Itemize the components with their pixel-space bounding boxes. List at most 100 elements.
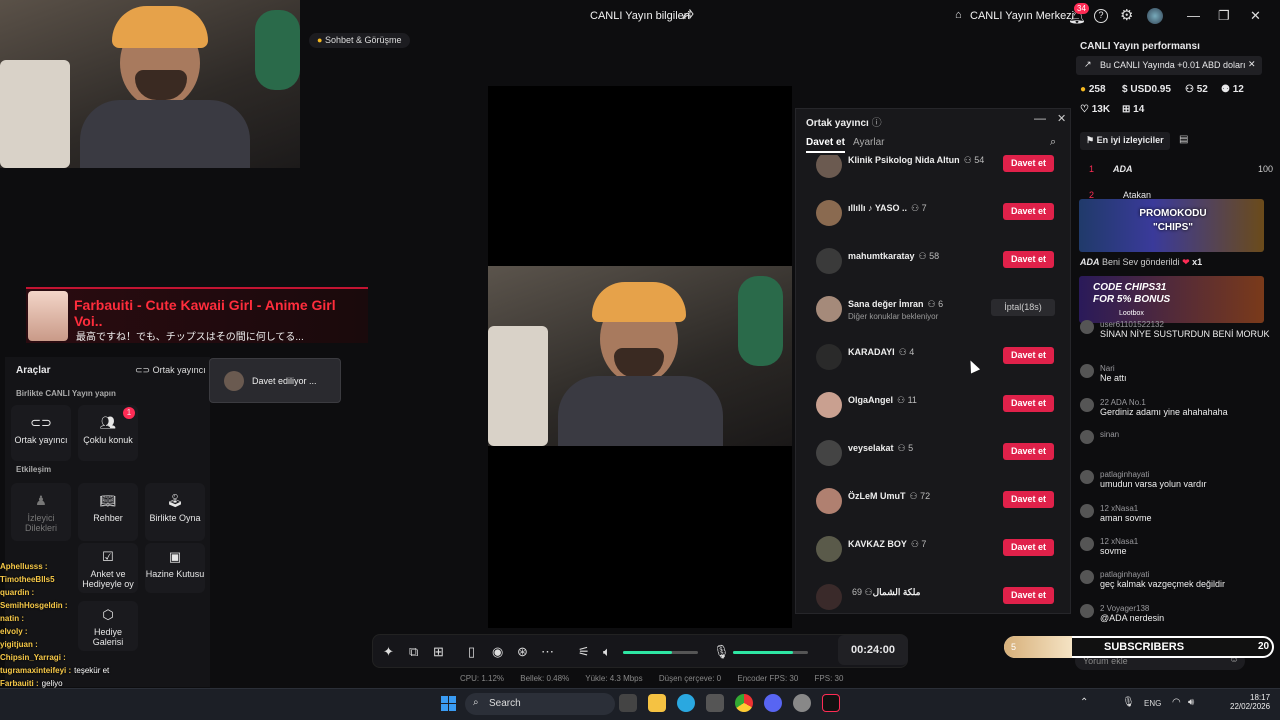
cohost-name: ıllıllı ♪ YASO .. ⚇ 7: [848, 203, 927, 214]
comment-author: sinan: [1100, 430, 1120, 439]
invite-button[interactable]: Davet et: [1003, 251, 1054, 268]
inviting-toast: Davet ediliyor ...: [209, 358, 341, 403]
file-explorer-icon[interactable]: [648, 694, 666, 712]
clock-time: 18:17: [1250, 693, 1271, 702]
cohost-name-label: ملكة الشمال: [872, 587, 921, 597]
close-icon[interactable]: ✕: [1248, 59, 1256, 70]
cohost-row: mahumtkaratay ⚇ 58 Davet et: [796, 246, 1070, 294]
tiktok-live-icon[interactable]: [822, 694, 840, 712]
minimize-icon[interactable]: —: [1034, 111, 1046, 125]
layout-icon[interactable]: ⧉: [409, 644, 418, 660]
camera-icon[interactable]: ⊛: [517, 644, 528, 660]
overlay-chat-user: quardin :: [0, 588, 35, 597]
invite-button[interactable]: Davet et: [1003, 587, 1054, 604]
cancel-invite-button[interactable]: İptal(18s): [991, 299, 1055, 316]
gear-icon[interactable]: ⚙: [1120, 6, 1133, 24]
store-icon[interactable]: [706, 694, 724, 712]
speaker-icon[interactable]: 🔈︎: [603, 644, 611, 660]
fps-status: FPS: 30: [814, 674, 844, 683]
add-source-icon[interactable]: ⊞: [433, 644, 444, 660]
tile-play-together-label: Birlikte Oyna: [149, 513, 201, 523]
right-panel: CANLI Yayın performansı ↗ Bu CANLI Yayın…: [1071, 32, 1280, 688]
heart-icon: ♡: [1080, 104, 1089, 115]
tile-guide[interactable]: 📖︎ Rehber: [78, 483, 138, 541]
invite-button[interactable]: Davet et: [1003, 203, 1054, 220]
chevron-up-icon[interactable]: ⌃: [1080, 697, 1088, 708]
comment-text: SİNAN NİYE SUSTURDUN BENİ MORUK: [1100, 329, 1270, 339]
comment-item: patlaginhayati geç kalmak vazgeçmek değil…: [1080, 570, 1270, 589]
settings-app-icon[interactable]: [793, 694, 811, 712]
comment-text: umudun varsa yolun vardır: [1100, 479, 1207, 489]
close-icon[interactable]: ✕: [1250, 8, 1261, 24]
search-icon[interactable]: ⌕: [1050, 136, 1056, 149]
memory-status: Bellek: 0.48%: [520, 674, 570, 683]
person-icon: ⚇: [918, 251, 930, 261]
avatar: [816, 296, 842, 322]
wifi-icon[interactable]: ◠: [1172, 697, 1181, 708]
cohost-link[interactable]: ⊂⊃ Ortak yayıncı: [135, 365, 206, 376]
person-icon: ⚇: [963, 155, 975, 165]
edge-icon[interactable]: [677, 694, 695, 712]
tools-title: Araçlar: [16, 365, 51, 376]
system-clock[interactable]: 18:17 22/02/2026: [1230, 693, 1270, 711]
cohost-name-label: OlgaAngel: [848, 395, 894, 405]
help-icon[interactable]: ?: [1094, 9, 1108, 23]
mic-icon[interactable]: 🎙︎: [713, 644, 730, 660]
taskbar-search[interactable]: ⌕ Search: [465, 693, 615, 715]
comment-feed: user61101522132 SİNAN NİYE SUSTURDUN BENİ…: [1071, 320, 1280, 630]
live-center-link[interactable]: CANLI Yayın Merkezi: [970, 10, 1074, 22]
phone-icon[interactable]: ▯: [468, 644, 475, 660]
tile-cohost[interactable]: ⊂⊃ Ortak yayıncı: [11, 405, 71, 461]
cohost-count: ⚇ 6: [928, 299, 944, 309]
tile-treasure[interactable]: ▣ Hazine Kutusu: [145, 543, 205, 593]
gift-icon: ❤: [1182, 257, 1190, 267]
top-viewers-tab[interactable]: ⚑ En iyi izleyiciler: [1080, 132, 1170, 150]
cohost-link-label: Ortak yayıncı: [152, 365, 206, 375]
speaker-volume-fill: [623, 651, 672, 654]
tile-play-together[interactable]: 🕹︎ Birlikte Oyna: [145, 483, 205, 541]
cohost-count: ⚇ 54: [964, 155, 985, 165]
avatar[interactable]: [1147, 8, 1163, 24]
more-icon[interactable]: ⋯: [541, 644, 554, 660]
gift-line: Beni Sev gönderildi: [1102, 257, 1180, 267]
chat-icon: ●: [317, 35, 323, 45]
language-indicator[interactable]: ENG: [1144, 699, 1161, 708]
task-view-icon[interactable]: [619, 694, 637, 712]
list-icon[interactable]: ▤: [1179, 134, 1188, 145]
overlay-chat-user: yigitjuan :: [0, 640, 38, 649]
volume-icon[interactable]: 🔊︎: [1188, 697, 1194, 708]
chat-call-pill[interactable]: ● Sohbet & Görüşme: [309, 33, 410, 48]
record-icon[interactable]: ◉: [492, 644, 503, 660]
stream-info-link[interactable]: CANLI Yayın bilgileri: [590, 10, 690, 22]
tab-settings[interactable]: Ayarlar: [853, 137, 885, 148]
overlay-chat-user: elvoly :: [0, 627, 28, 636]
discord-icon[interactable]: [764, 694, 782, 712]
invite-button[interactable]: Davet et: [1003, 443, 1054, 460]
tab-invite[interactable]: Davet et: [806, 137, 845, 153]
invite-button[interactable]: Davet et: [1003, 491, 1054, 508]
mic-tray-icon[interactable]: 🎙︎: [1122, 697, 1135, 708]
usd-value: USD0.95: [1130, 84, 1171, 95]
maximize-icon[interactable]: ❐: [1218, 8, 1230, 24]
cohost-name: KARADAYI ⚇ 4: [848, 347, 914, 358]
minimize-icon[interactable]: —: [1187, 8, 1200, 23]
cohost-name: Klinik Psikolog Nida Altun ⚇ 54: [848, 155, 984, 166]
chrome-icon[interactable]: [735, 694, 753, 712]
tile-viewer-wishes[interactable]: ♟ İzleyici Dilekleri: [11, 483, 71, 541]
share-icon[interactable]: [682, 8, 694, 21]
invite-button[interactable]: Davet et: [1003, 155, 1054, 172]
info-icon[interactable]: ⓘ: [872, 118, 882, 129]
avatar: [1080, 537, 1094, 551]
invite-button[interactable]: Davet et: [1003, 395, 1054, 412]
gifts-value: 14: [1133, 104, 1145, 115]
close-icon[interactable]: ✕: [1057, 112, 1066, 125]
overlay-chat-user: Chipsin_Yarragi :: [0, 653, 66, 662]
stream-controls: ✦ ⧉ ⊞ ▯ ◉ ⊛ ⋯ ⚟ 🔈︎ 🎙︎: [372, 634, 908, 668]
invite-button[interactable]: Davet et: [1003, 347, 1054, 364]
cohost-name: Sana değer İmran ⚇ 6: [848, 299, 943, 310]
magic-icon[interactable]: ✦: [383, 644, 394, 660]
invite-button[interactable]: Davet et: [1003, 539, 1054, 556]
windows-start-icon[interactable]: [441, 696, 456, 711]
sliders-icon[interactable]: ⚟: [578, 644, 590, 660]
rank-name: ADA: [1113, 164, 1133, 174]
